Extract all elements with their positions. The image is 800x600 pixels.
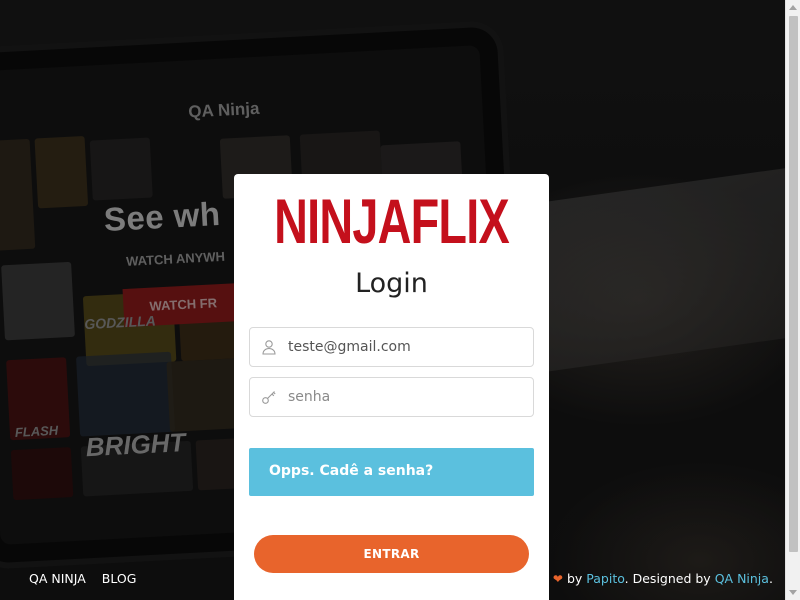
login-submit-button[interactable]: ENTRAR xyxy=(254,535,529,573)
footer-credit-designed: . Designed by xyxy=(624,571,711,586)
key-icon xyxy=(250,378,288,416)
footer-designer-link[interactable]: QA Ninja xyxy=(715,571,769,586)
footer-link-qa-ninja[interactable]: QA NINJA xyxy=(29,571,86,586)
footer-credit-end: . xyxy=(768,571,773,586)
login-card: NINJAFLIX Login Opps. Cadê a senha? ENTR… xyxy=(234,174,549,600)
password-input[interactable] xyxy=(288,389,523,405)
footer-credit-by: by xyxy=(566,571,583,586)
password-field xyxy=(249,377,534,417)
footer-link-blog[interactable]: BLOG xyxy=(102,571,137,586)
login-title: Login xyxy=(355,268,428,299)
missing-password-alert: Opps. Cadê a senha? xyxy=(249,448,534,496)
footer-nav: QA NINJA BLOG xyxy=(29,571,136,586)
scroll-down-arrow-icon[interactable] xyxy=(789,590,797,595)
email-field xyxy=(249,327,534,367)
email-input[interactable] xyxy=(288,339,523,355)
scroll-up-arrow-icon[interactable] xyxy=(789,5,797,10)
heart-icon: ❤ xyxy=(552,572,563,586)
ninjaflix-logo: NINJAFLIX xyxy=(274,186,510,257)
footer-author-link[interactable]: Papito xyxy=(586,571,624,586)
scroll-thumb[interactable] xyxy=(789,16,798,552)
user-icon xyxy=(250,328,288,366)
page-scrollbar[interactable] xyxy=(785,0,800,600)
footer-credit: n ❤ by Papito. Designed by QA Ninja. xyxy=(541,571,773,586)
